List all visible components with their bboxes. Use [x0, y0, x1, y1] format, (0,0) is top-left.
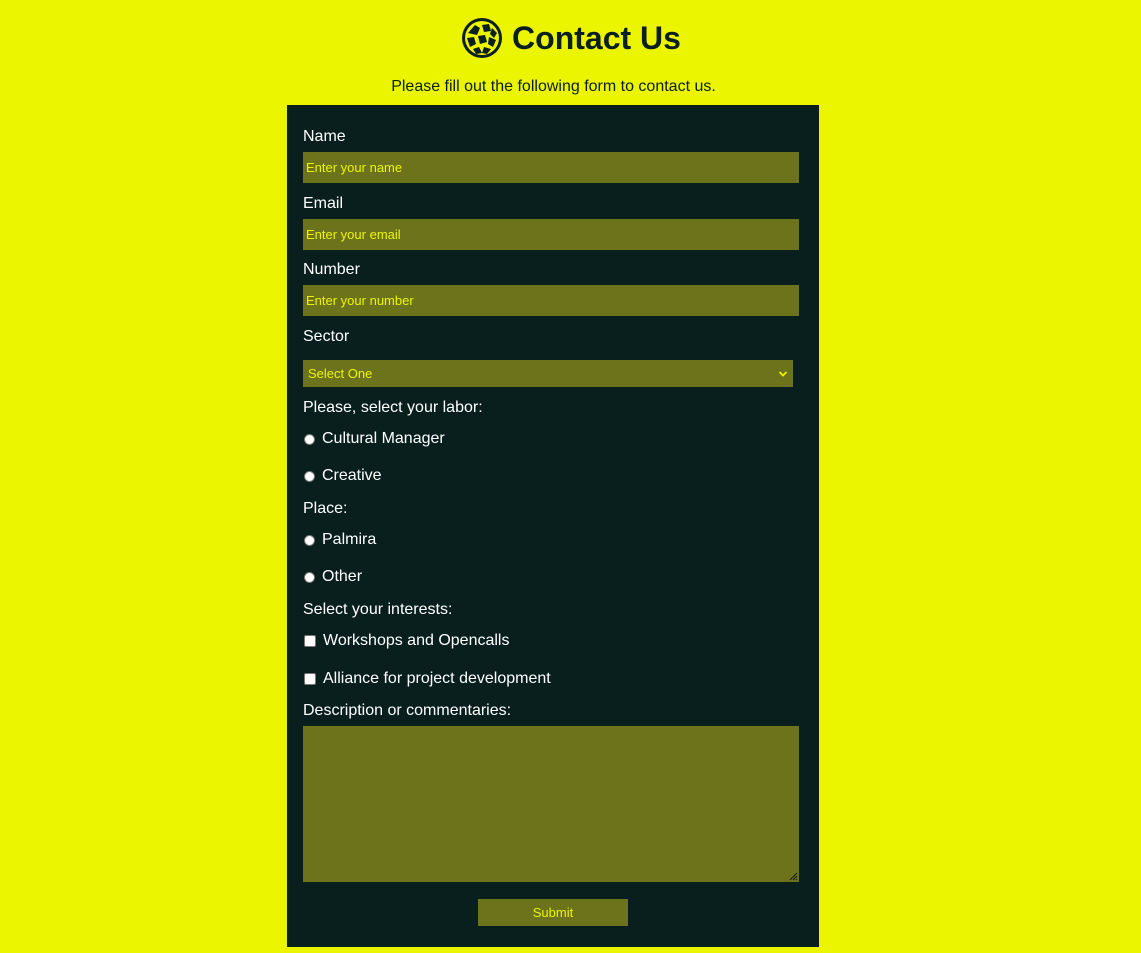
- labor-radio-creative[interactable]: [304, 470, 315, 482]
- labor-label: Please, select your labor:: [303, 399, 483, 416]
- place-option-palmira[interactable]: Palmira: [303, 530, 376, 550]
- interests-label: Select your interests:: [303, 601, 453, 618]
- resize-grip-icon[interactable]: [789, 872, 798, 881]
- sector-label: Sector: [303, 328, 350, 345]
- name-label: Name: [303, 128, 346, 145]
- place-label: Place:: [303, 500, 348, 517]
- contact-form: Name Email Number Sector Select One Plea…: [287, 105, 819, 947]
- sector-selected-value: Select One: [308, 366, 373, 381]
- interest-option-workshops[interactable]: Workshops and Opencalls: [303, 631, 509, 651]
- description-label: Description or commentaries:: [303, 702, 512, 719]
- number-input[interactable]: [303, 285, 799, 316]
- globe-mosaic-icon: [462, 18, 503, 58]
- place-radio-palmira[interactable]: [304, 534, 315, 546]
- interest-option-label: Workshops and Opencalls: [323, 632, 510, 649]
- email-label: Email: [303, 195, 344, 212]
- page-subtitle: Please fill out the following form to co…: [391, 78, 716, 95]
- page-header: Contact Us: [0, 14, 1141, 62]
- interest-checkbox-workshops[interactable]: [304, 635, 316, 647]
- email-input[interactable]: [303, 219, 799, 250]
- number-label: Number: [303, 261, 360, 278]
- name-input[interactable]: [303, 152, 799, 183]
- labor-option-cultural-manager[interactable]: Cultural Manager: [303, 429, 445, 449]
- sector-select[interactable]: Select One: [303, 360, 793, 387]
- interest-option-label: Alliance for project development: [323, 670, 551, 687]
- place-radio-other[interactable]: [304, 571, 315, 583]
- place-option-other[interactable]: Other: [303, 567, 362, 587]
- description-textarea[interactable]: [303, 726, 799, 882]
- interest-option-alliance[interactable]: Alliance for project development: [303, 669, 551, 689]
- chevron-down-icon: [778, 370, 788, 377]
- labor-radio-cultural-manager[interactable]: [304, 433, 315, 445]
- submit-button[interactable]: Submit: [478, 899, 628, 926]
- place-option-label: Other: [322, 568, 363, 585]
- interest-checkbox-alliance[interactable]: [304, 673, 316, 685]
- page-title: Contact Us: [512, 20, 681, 56]
- labor-option-label: Cultural Manager: [322, 430, 445, 447]
- place-option-label: Palmira: [322, 531, 377, 548]
- labor-option-creative[interactable]: Creative: [303, 466, 382, 486]
- labor-option-label: Creative: [322, 467, 382, 484]
